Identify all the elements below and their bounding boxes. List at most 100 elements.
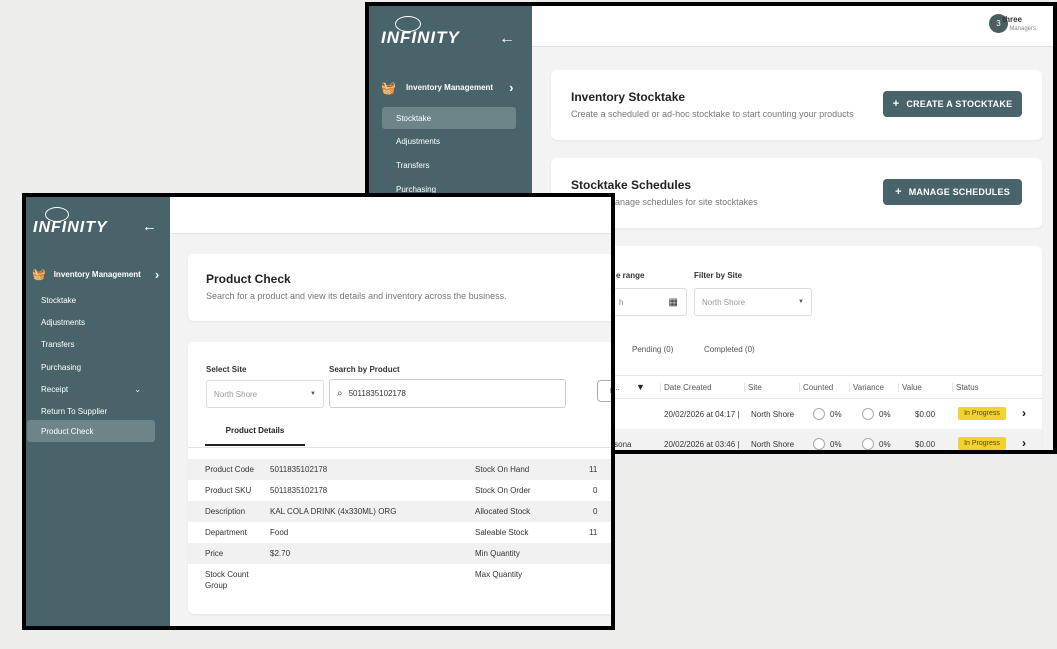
stocktake-list-card: e range h ▦ Filter by Site North Shore ▼…: [551, 246, 1042, 450]
col-status[interactable]: Status: [952, 383, 979, 392]
nav-item-transfers[interactable]: Transfers: [41, 340, 75, 349]
detail-value: 11: [589, 528, 598, 537]
chevron-down-icon: ⌄: [134, 385, 141, 394]
detail-value: 0: [593, 486, 598, 495]
table-row[interactable]: 20/02/2026 at 04:17 | North Shore 0% 0% …: [603, 399, 1042, 429]
product-search-card: Select Site North Shore ▼ Search by Prod…: [188, 342, 611, 614]
back-arrow-icon[interactable]: ←: [142, 218, 157, 235]
detail-label: Description: [205, 507, 246, 516]
detail-value: 5011835102178: [270, 465, 328, 474]
cell-counted: 0%: [830, 440, 842, 449]
cell-date: 20/02/2026 at 04:17 |: [664, 410, 740, 419]
cell-variance: 0%: [879, 440, 891, 449]
nav-section-label: Inventory Management: [405, 83, 494, 92]
date-range-label: e range: [616, 271, 645, 280]
col-counted[interactable]: Counted: [799, 383, 833, 392]
main-content: Product Check Search for a product and v…: [170, 197, 611, 626]
col-variance[interactable]: Variance: [849, 383, 884, 392]
site-filter-label: Filter by Site: [694, 271, 743, 280]
detail-value: $2.70: [270, 549, 291, 558]
nav-section-label: Inventory Management: [53, 270, 141, 279]
basket-icon: 🧺: [381, 80, 396, 95]
nav-item-stocktake[interactable]: Stocktake: [41, 296, 76, 305]
detail-label: Price: [205, 549, 224, 558]
card-title: Stocktake Schedules: [571, 178, 692, 192]
detail-label: Max Quantity: [475, 570, 523, 579]
detail-label: Product Code: [205, 465, 254, 474]
sidebar: INFINITY ← 🧺 Inventory Management › Stoc…: [26, 197, 170, 626]
page-subtitle: Search for a product and view its detail…: [206, 291, 507, 301]
status-badge: In Progress: [958, 407, 1006, 420]
cell-variance: 0%: [879, 410, 891, 419]
chevron-right-icon: ›: [154, 267, 160, 282]
details-row: Product Code 5011835102178 Stock On Hand…: [188, 459, 611, 480]
nav-item-receipt[interactable]: Receipt ⌄: [41, 385, 141, 394]
user-role: Managers: [1009, 26, 1036, 32]
tab-completed[interactable]: Completed (0): [704, 345, 755, 354]
variance-radio-icon: [862, 438, 874, 450]
col-date-created[interactable]: Date Created: [660, 383, 712, 392]
details-row: Stock Count Group Max Quantity: [188, 564, 611, 594]
top-bar: 3 three Managers: [532, 6, 1053, 47]
detail-value: Food: [270, 528, 289, 537]
create-stocktake-button[interactable]: + CREATE A STOCKTAKE: [883, 91, 1022, 117]
col-value[interactable]: Value: [898, 383, 922, 392]
details-row: Price $2.70 Min Quantity: [188, 543, 611, 564]
chevron-right-icon[interactable]: ›: [1022, 436, 1026, 450]
cell-value: $0.00: [915, 440, 936, 449]
tab-product-details[interactable]: Product Details: [205, 426, 305, 446]
search-product-label: Search by Product: [329, 365, 400, 374]
chevron-right-icon[interactable]: ›: [1022, 406, 1026, 420]
card-subtitle: anage schedules for site stocktakes: [615, 197, 758, 207]
top-bar: [170, 197, 611, 234]
stocktake-card: Inventory Stocktake Create a scheduled o…: [551, 70, 1042, 140]
product-search-input[interactable]: ⌕ 5011835102178: [329, 379, 566, 408]
header-card: Product Check Search for a product and v…: [188, 254, 611, 321]
manage-schedules-button[interactable]: + MANAGE SCHEDULES: [883, 179, 1022, 205]
site-filter-select[interactable]: North Shore ▼: [694, 288, 812, 316]
caret-down-icon: ▼: [798, 299, 804, 305]
detail-label: Stock On Order: [475, 486, 531, 495]
nav-item-product-check[interactable]: Product Check: [27, 420, 155, 442]
cell-site: North Shore: [751, 440, 795, 449]
user-name: three: [1002, 15, 1022, 24]
cell-date: 20/02/2026 at 03:46 |: [664, 440, 740, 449]
table-row[interactable]: d Persona 20/02/2026 at 03:46 | North Sh…: [551, 429, 1042, 450]
col-site[interactable]: Site: [744, 383, 762, 392]
nav-item-purchasing[interactable]: Purchasing: [41, 363, 81, 372]
logo: INFINITY: [381, 16, 460, 48]
detail-value: KAL COLA DRINK (4x330ML) ORG: [270, 507, 397, 516]
nav-inventory-management[interactable]: 🧺 Inventory Management ›: [32, 267, 159, 282]
filter-icon[interactable]: ▼: [636, 382, 645, 392]
details-row: Description KAL COLA DRINK (4x330ML) ORG…: [188, 501, 611, 522]
nav-item-return-to-supplier[interactable]: Return To Supplier: [41, 407, 107, 416]
cell-counted: 0%: [830, 410, 842, 419]
nav-inventory-management[interactable]: 🧺 Inventory Management ›: [381, 80, 513, 95]
detail-label: Department: [205, 528, 247, 537]
table-header: I... ▼ Date Created Site Counted Varianc…: [603, 375, 1042, 399]
tab-pending[interactable]: Pending (0): [632, 345, 673, 354]
back-arrow-icon[interactable]: ←: [499, 30, 515, 48]
nav-item-transfers[interactable]: Transfers: [396, 161, 430, 170]
status-badge: In Progress: [958, 437, 1006, 450]
logo: INFINITY: [33, 207, 108, 237]
detail-label: Min Quantity: [475, 549, 520, 558]
nav-item-stocktake[interactable]: Stocktake: [382, 107, 516, 129]
search-icon: ⌕: [337, 388, 343, 399]
chevron-right-icon: ›: [509, 80, 514, 95]
card-subtitle: Create a scheduled or ad-hoc stocktake t…: [571, 109, 854, 119]
detail-value: 5011835102178: [270, 486, 328, 495]
date-range-input[interactable]: h ▦: [603, 288, 687, 316]
basket-icon: 🧺: [32, 269, 46, 281]
cell-value: $0.00: [915, 410, 936, 419]
nav-item-adjustments[interactable]: Adjustments: [41, 318, 85, 327]
schedules-card: Stocktake Schedules anage schedules for …: [551, 158, 1042, 228]
detail-label: Allocated Stock: [475, 507, 531, 516]
divider: [188, 447, 611, 448]
nav-item-adjustments[interactable]: Adjustments: [396, 137, 440, 146]
site-select[interactable]: North Shore ▼: [206, 380, 324, 408]
details-row: Department Food Saleable Stock 11: [188, 522, 611, 543]
reset-button[interactable]: R: [597, 380, 611, 402]
detail-label: Group: [205, 581, 228, 590]
counted-radio-icon: [813, 438, 825, 450]
